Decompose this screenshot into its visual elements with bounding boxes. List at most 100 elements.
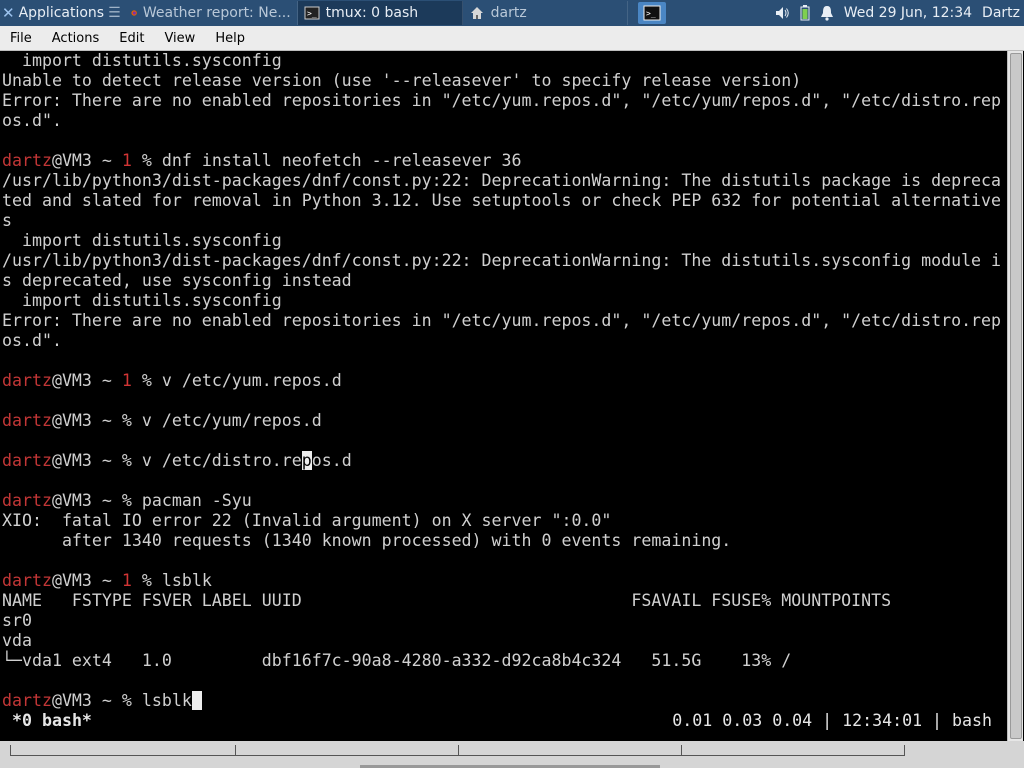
- bottom-panel: [0, 741, 1024, 768]
- firefox-icon: [131, 10, 137, 16]
- terminal-icon: >_: [643, 5, 661, 21]
- prompt-user: dartz: [2, 451, 52, 470]
- prompt-host: @VM3 ~: [51, 411, 122, 430]
- separator-icon: ☰: [108, 5, 121, 21]
- terminal-line: import distutils.sysconfig: [2, 231, 282, 250]
- prompt-command: % v /etc/distro.re: [121, 451, 302, 470]
- battery-icon[interactable]: [800, 5, 810, 21]
- scrollbar[interactable]: [1007, 51, 1023, 741]
- prompt-host: @VM3 ~: [51, 451, 122, 470]
- workspace-4[interactable]: [681, 745, 905, 756]
- prompt-user: dartz: [2, 691, 52, 710]
- terminal-line: dartz@VM3 ~ 1 % dnf install neofetch --r…: [2, 151, 1006, 171]
- terminal-line: dartz@VM3 ~ 1 % v /etc/yum.repos.d: [2, 371, 1006, 391]
- tmux-status-right: 0.01 0.03 0.04 | 12:34:01 | bash: [672, 711, 992, 730]
- terminal-launcher-button[interactable]: >_: [637, 2, 666, 24]
- task-weather-report[interactable]: Weather report: Ne...: [125, 1, 298, 25]
- prompt-command-rest: os.d: [311, 451, 352, 470]
- menu-edit[interactable]: Edit: [109, 31, 154, 46]
- tmux-window-indicator[interactable]: *0 bash*: [12, 711, 92, 731]
- prompt-user: dartz: [2, 151, 52, 170]
- task-label: dartz: [490, 5, 527, 21]
- terminal-line: Unable to detect release version (use '-…: [2, 71, 802, 90]
- xfce-logo-icon: ✕: [2, 4, 15, 22]
- terminal-line: └─vda1 ext4 1.0 dbf16f7c-90a8-4280-a332-…: [2, 651, 792, 670]
- prompt-host: @VM3 ~: [51, 691, 122, 710]
- terminal-cursor: [191, 691, 202, 710]
- prompt-command: % dnf install neofetch --releasever 36: [141, 151, 522, 170]
- workspace-3[interactable]: [458, 745, 682, 756]
- menu-help[interactable]: Help: [205, 31, 255, 46]
- terminal-line: import distutils.sysconfig: [2, 291, 282, 310]
- prompt-user: dartz: [2, 371, 52, 390]
- terminal-line: dartz@VM3 ~ % v /etc/distro.repos.d: [2, 451, 1006, 471]
- user-name[interactable]: Dartz: [982, 5, 1020, 21]
- terminal-line: XIO: fatal IO error 22 (Invalid argument…: [2, 511, 612, 530]
- prompt-command: % pacman -Syu: [121, 491, 252, 510]
- prompt-user: dartz: [2, 491, 52, 510]
- prompt-command: % v /etc/yum/repos.d: [121, 411, 322, 430]
- system-tray: Wed 29 Jun, 12:34 Dartz: [774, 5, 1024, 21]
- applications-menu[interactable]: ✕ Applications ☰: [0, 0, 125, 26]
- prompt-command: % v /etc/yum.repos.d: [141, 371, 342, 390]
- terminal-line: vda: [2, 631, 32, 650]
- terminal-line: s: [2, 211, 12, 230]
- terminal-icon: >_: [304, 6, 320, 20]
- applications-label: Applications: [18, 5, 105, 21]
- prompt-user: dartz: [2, 411, 52, 430]
- menu-file[interactable]: File: [0, 31, 42, 46]
- workspace-2[interactable]: [235, 745, 459, 756]
- workspace-1[interactable]: [10, 745, 236, 756]
- prompt-command: % lsblk: [121, 691, 192, 710]
- home-folder-icon: [470, 7, 483, 19]
- terminal-line: /usr/lib/python3/dist-packages/dnf/const…: [2, 171, 1002, 190]
- terminal-line: after 1340 requests (1340 known processe…: [2, 531, 732, 550]
- terminal-line: Error: There are no enabled repositories…: [2, 311, 1002, 330]
- terminal-line: import distutils.sysconfig: [2, 51, 282, 70]
- task-dartz[interactable]: dartz: [463, 1, 628, 25]
- prompt-exit-status: 1: [121, 371, 132, 390]
- terminal-line: os.d".: [2, 331, 62, 350]
- prompt-host: @VM3 ~: [51, 491, 122, 510]
- terminal-line: sr0: [2, 611, 32, 630]
- terminal-line: Error: There are no enabled repositories…: [2, 91, 1002, 110]
- tmux-status-bar: *0 bash* 0.01 0.03 0.04 | 12:34:01 | bas…: [2, 711, 1006, 731]
- terminal-line: dartz@VM3 ~ % lsblk: [2, 691, 1006, 711]
- prompt-exit-status: 1: [121, 151, 132, 170]
- top-panel: ✕ Applications ☰ Weather report: Ne... >…: [0, 0, 1024, 26]
- prompt-exit-status: 1: [121, 571, 132, 590]
- terminal-line: NAME FSTYPE FSVER LABEL UUID FSAVAIL FSU…: [2, 591, 892, 610]
- terminal-line: dartz@VM3 ~ % pacman -Syu: [2, 491, 1006, 511]
- prompt-command: % lsblk: [141, 571, 212, 590]
- svg-text:>_: >_: [646, 9, 656, 18]
- svg-text:>_: >_: [307, 9, 317, 18]
- prompt-host: @VM3 ~: [51, 371, 122, 390]
- clock[interactable]: Wed 29 Jun, 12:34: [844, 5, 972, 21]
- terminal-cursor: p: [301, 451, 312, 470]
- terminal-line: dartz@VM3 ~ 1 % lsblk: [2, 571, 1006, 591]
- volume-icon[interactable]: [774, 5, 790, 21]
- terminal-line: s deprecated, use sysconfig instead: [2, 271, 352, 290]
- task-tmux[interactable]: >_ tmux: 0 bash: [297, 1, 463, 25]
- terminal-line: dartz@VM3 ~ % v /etc/yum/repos.d: [2, 411, 1006, 431]
- prompt-host: @VM3 ~: [51, 571, 122, 590]
- terminal-line: /usr/lib/python3/dist-packages/dnf/const…: [2, 251, 1002, 270]
- menu-view[interactable]: View: [154, 31, 205, 46]
- menu-actions[interactable]: Actions: [42, 31, 110, 46]
- menu-bar: File Actions Edit View Help: [0, 26, 1024, 51]
- terminal-output[interactable]: import distutils.sysconfig Unable to dete…: [2, 51, 1006, 741]
- terminal-line: os.d".: [2, 111, 62, 130]
- prompt-user: dartz: [2, 571, 52, 590]
- prompt-host: @VM3 ~: [51, 151, 122, 170]
- task-label: Weather report: Ne...: [142, 5, 291, 21]
- notification-bell-icon[interactable]: [820, 5, 834, 21]
- terminal-line: ted and slated for removal in Python 3.1…: [2, 191, 1002, 210]
- scrollbar-thumb[interactable]: [1010, 53, 1022, 739]
